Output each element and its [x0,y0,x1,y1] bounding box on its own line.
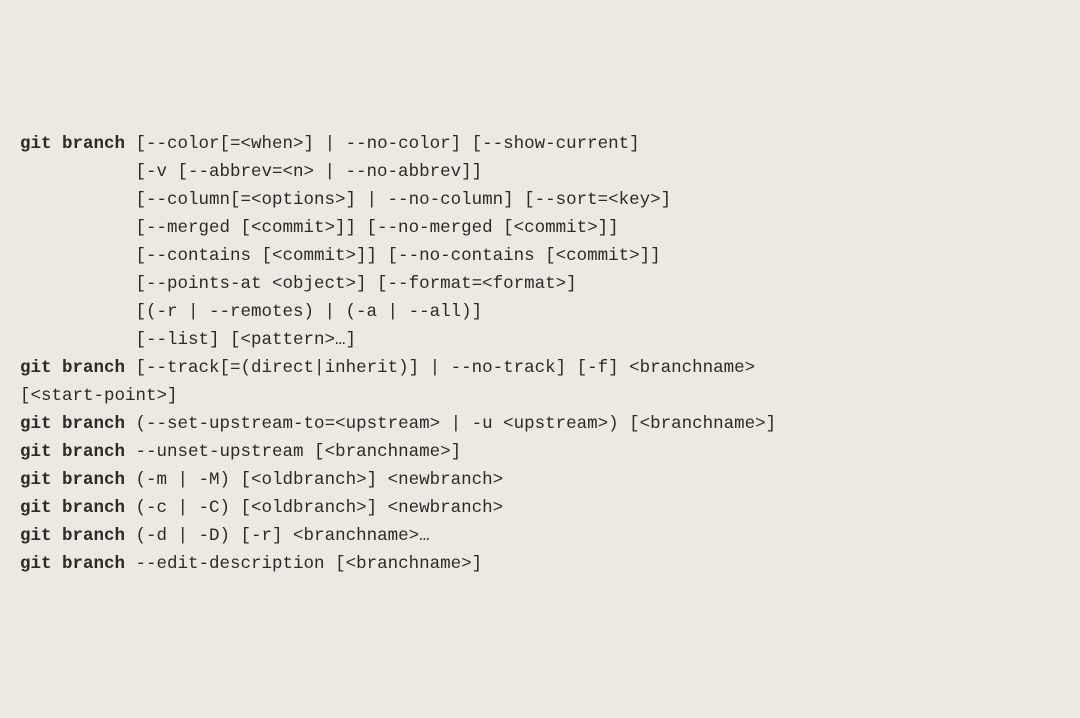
synopsis-line: git branch [--track[=(direct|inherit)] |… [20,354,1064,382]
synopsis-line: [--list] [<pattern>…] [20,326,1064,354]
command-name: git branch [20,358,125,378]
command-name: git branch [20,442,125,462]
synopsis-line: [-v [--abbrev=<n> | --no-abbrev]] [20,158,1064,186]
synopsis-block: git branch [--color[=<when>] | --no-colo… [20,130,1064,578]
synopsis-line: [--points-at <object>] [--format=<format… [20,270,1064,298]
options-text: [--color[=<when>] | --no-color] [--show-… [125,134,640,154]
synopsis-line: git branch [--color[=<when>] | --no-colo… [20,130,1064,158]
synopsis-line: [--merged [<commit>]] [--no-merged [<com… [20,214,1064,242]
command-name: git branch [20,526,125,546]
synopsis-line: [--column[=<options>] | --no-column] [--… [20,186,1064,214]
options-text: --unset-upstream [<branchname>] [125,442,461,462]
command-name: git branch [20,414,125,434]
synopsis-line: git branch --edit-description [<branchna… [20,550,1064,578]
synopsis-line: [(-r | --remotes) | (-a | --all)] [20,298,1064,326]
options-text: (-d | -D) [-r] <branchname>… [125,526,430,546]
synopsis-line: git branch (-c | -C) [<oldbranch>] <newb… [20,494,1064,522]
command-name: git branch [20,498,125,518]
options-text: (--set-upstream-to=<upstream> | -u <upst… [125,414,776,434]
command-name: git branch [20,134,125,154]
command-name: git branch [20,470,125,490]
options-text: --edit-description [<branchname>] [125,554,482,574]
synopsis-line: [--contains [<commit>]] [--no-contains [… [20,242,1064,270]
synopsis-line: git branch --unset-upstream [<branchname… [20,438,1064,466]
options-text: (-m | -M) [<oldbranch>] <newbranch> [125,470,503,490]
command-name: git branch [20,554,125,574]
options-text: (-c | -C) [<oldbranch>] <newbranch> [125,498,503,518]
options-text: [--track[=(direct|inherit)] | --no-track… [125,358,755,378]
synopsis-line: [<start-point>] [20,382,1064,410]
synopsis-line: git branch (-m | -M) [<oldbranch>] <newb… [20,466,1064,494]
synopsis-line: git branch (-d | -D) [-r] <branchname>… [20,522,1064,550]
synopsis-line: git branch (--set-upstream-to=<upstream>… [20,410,1064,438]
